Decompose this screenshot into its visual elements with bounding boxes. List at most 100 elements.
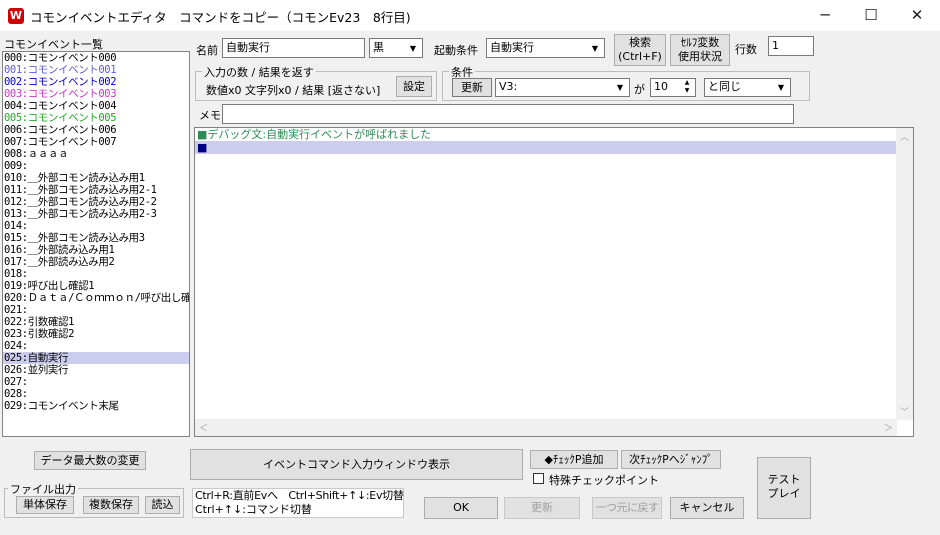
special-checkpoint-checkbox[interactable]	[533, 473, 544, 484]
common-event-list[interactable]: 000:コモンイベント000 001:コモンイベント001 002:コモンイベント0…	[2, 51, 190, 437]
condition-ga-label: が	[634, 83, 645, 96]
close-button[interactable]: ✕	[894, 0, 940, 31]
condition-number-stepper[interactable]: 10 ▲ ▼	[650, 78, 696, 97]
event-list-item[interactable]: 017:＿外部読み込み用2	[3, 256, 189, 268]
event-list-heading: コモンイベント一覧	[4, 38, 103, 51]
io-settings-button[interactable]: 設定	[396, 76, 432, 97]
trigger-label: 起動条件	[434, 44, 478, 57]
event-list-item[interactable]: 016:＿外部読み込み用1	[3, 244, 189, 256]
window-title: コモンイベントエディタ コマンドをコピー（コモンEv23 8行目)	[30, 10, 411, 25]
event-list-item[interactable]: 013:＿外部コモン読み込み用2-3	[3, 208, 189, 220]
condition-number-value: 10	[654, 80, 668, 93]
io-group-title: 入力の数 / 結果を返す	[202, 64, 316, 80]
rows-label: 行数	[735, 43, 757, 56]
chevron-down-icon: ▼	[612, 80, 628, 95]
event-list-item[interactable]: 010:＿外部コモン読み込み用1	[3, 172, 189, 184]
horizontal-scrollbar[interactable]: ＜ ＞	[195, 419, 897, 436]
condition-update-button[interactable]: 更新	[452, 78, 492, 97]
scroll-right-icon[interactable]: ＞	[884, 421, 893, 434]
event-list-item[interactable]: 002:コモンイベント002	[3, 76, 189, 88]
command-input-window-button[interactable]: イベントコマンド入力ウィンドウ表示	[190, 449, 523, 480]
event-list-item[interactable]: 003:コモンイベント003	[3, 88, 189, 100]
jump-next-checkpoint-button[interactable]: 次ﾁｪｯｸPへｼﾞｬﾝﾌﾟ	[621, 450, 721, 469]
command-line[interactable]: ■デバッグ文:自動実行イベントが呼ばれました	[195, 128, 913, 141]
update-button[interactable]: 更新	[504, 497, 580, 519]
test-play-label-1: テスト	[767, 473, 801, 486]
trigger-select-value: 自動実行	[490, 41, 534, 54]
event-list-item[interactable]: 020:Ｄａｔａ/Ｃｏｍｍｏｎ/呼び出し確認	[3, 292, 189, 304]
event-list-item[interactable]: 019:呼び出し確認1	[3, 280, 189, 292]
event-list-item[interactable]: 012:＿外部コモン読み込み用2-2	[3, 196, 189, 208]
app-icon: W	[8, 8, 24, 24]
trigger-select[interactable]: 自動実行 ▼	[486, 38, 605, 58]
event-list-item[interactable]: 018:	[3, 268, 189, 280]
event-list-item[interactable]: 009:	[3, 160, 189, 172]
color-select-value: 黒	[373, 41, 384, 54]
event-list-item[interactable]: 028:	[3, 388, 189, 400]
minimize-button[interactable]: ─	[802, 0, 848, 31]
scroll-left-icon[interactable]: ＜	[199, 421, 208, 434]
self-variable-label-1: ｾﾙﾌ変数	[680, 36, 720, 49]
ok-button[interactable]: OK	[424, 497, 498, 519]
event-list-item[interactable]: 006:コモンイベント006	[3, 124, 189, 136]
command-editor[interactable]: ■デバッグ文:自動実行イベントが呼ばれました ■ ︿ ﹀ ＜ ＞	[194, 127, 914, 437]
chevron-down-icon: ▼	[405, 40, 421, 56]
event-list-item[interactable]: 000:コモンイベント000	[3, 52, 189, 64]
event-list-item[interactable]: 004:コモンイベント004	[3, 100, 189, 112]
event-list-item[interactable]: 022:引数確認1	[3, 316, 189, 328]
event-list-item[interactable]: 027:	[3, 376, 189, 388]
color-select[interactable]: 黒 ▼	[369, 38, 423, 58]
event-list-item[interactable]: 025:自動実行	[3, 352, 189, 364]
rows-input[interactable]: 1	[768, 36, 814, 56]
event-list-item[interactable]: 005:コモンイベント005	[3, 112, 189, 124]
event-list-item[interactable]: 014:	[3, 220, 189, 232]
condition-variable-select[interactable]: V3: ▼	[495, 78, 630, 97]
event-list-item[interactable]: 029:コモンイベント末尾	[3, 400, 189, 412]
name-input[interactable]: 自動実行	[222, 38, 365, 58]
stepper-down-icon[interactable]: ▼	[680, 87, 694, 95]
multi-save-button[interactable]: 複数保存	[83, 496, 139, 514]
scroll-down-icon[interactable]: ﹀	[900, 405, 909, 418]
shortcut-line-2: Ctrl+↑↓:コマンド切替	[195, 503, 312, 516]
vertical-scrollbar[interactable]: ︿ ﹀	[896, 128, 913, 420]
self-variable-label-2: 使用状況	[678, 50, 722, 63]
event-list-item[interactable]: 011:＿外部コモン読み込み用2-1	[3, 184, 189, 196]
memo-label: メモ	[199, 109, 221, 122]
scroll-up-icon[interactable]: ︿	[900, 130, 909, 143]
search-button[interactable]: 検索 (Ctrl+F)	[614, 34, 666, 66]
io-summary: 数値x0 文字列x0 / 結果 [返さない]	[206, 84, 381, 97]
test-play-label-2: プレイ	[767, 487, 801, 500]
event-list-item[interactable]: 007:コモンイベント007	[3, 136, 189, 148]
event-list-item[interactable]: 008:ａａａａ	[3, 148, 189, 160]
event-list-item[interactable]: 023:引数確認2	[3, 328, 189, 340]
condition-compare-select[interactable]: と同じ ▼	[704, 78, 791, 97]
event-list-item[interactable]: 024:	[3, 340, 189, 352]
condition-compare-value: と同じ	[708, 80, 741, 93]
event-list-item[interactable]: 001:コモンイベント001	[3, 64, 189, 76]
name-label: 名前	[196, 44, 218, 57]
chevron-down-icon: ▼	[773, 80, 789, 95]
event-list-item[interactable]: 021:	[3, 304, 189, 316]
memo-input[interactable]	[222, 104, 794, 124]
search-button-label: 検索	[629, 36, 651, 49]
search-button-shortcut: (Ctrl+F)	[618, 50, 662, 63]
cancel-button[interactable]: キャンセル	[670, 497, 744, 519]
chevron-down-icon: ▼	[587, 40, 603, 56]
add-checkpoint-button[interactable]: ◆ﾁｪｯｸP追加	[530, 450, 618, 469]
stepper-up-icon[interactable]: ▲	[680, 79, 694, 87]
command-list[interactable]: ■デバッグ文:自動実行イベントが呼ばれました ■	[195, 128, 913, 154]
file-output-title: ファイル出力	[8, 481, 78, 497]
change-max-data-button[interactable]: データ最大数の変更	[34, 451, 146, 470]
self-variable-usage-button[interactable]: ｾﾙﾌ変数 使用状況	[670, 34, 730, 66]
test-play-button[interactable]: テスト プレイ	[757, 457, 811, 519]
special-checkpoint-label: 特殊チェックポイント	[549, 474, 659, 487]
maximize-button[interactable]: ☐	[848, 0, 894, 31]
load-button[interactable]: 読込	[145, 496, 180, 514]
condition-variable-value: V3:	[499, 80, 518, 93]
undo-button[interactable]: 一つ元に戻す	[592, 497, 662, 519]
command-line[interactable]: ■	[195, 141, 913, 154]
event-list-item[interactable]: 026:並列実行	[3, 364, 189, 376]
shortcut-info: Ctrl+R:直前Evへ Ctrl+Shift+↑↓:Ev切替 Ctrl+↑↓:…	[192, 488, 404, 518]
single-save-button[interactable]: 単体保存	[16, 496, 74, 514]
event-list-item[interactable]: 015:＿外部コモン読み込み用3	[3, 232, 189, 244]
